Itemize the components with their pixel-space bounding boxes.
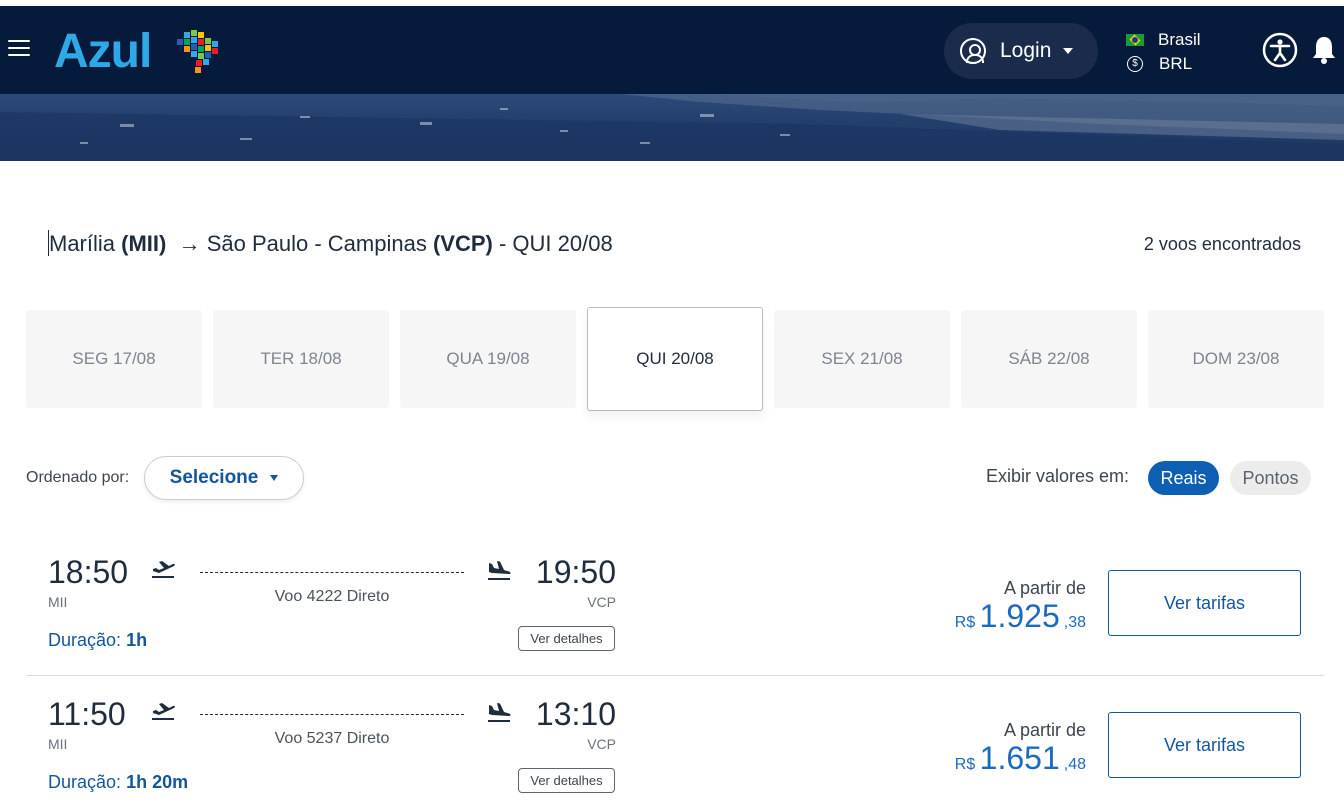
route-arrow: → [178,231,201,256]
flight-price: R$ 1.651,48 [955,740,1086,777]
pontos-toggle-button[interactable]: Pontos [1230,461,1311,495]
route-date: QUI 20/08 [512,231,613,256]
brazil-map-logo-icon [177,30,218,73]
date-tab-dom-23-08[interactable]: DOM 23/08 [1148,310,1324,408]
sort-selected-value: Selecione [169,467,259,488]
departure-time: 18:50 [48,554,129,590]
view-fares-button[interactable]: Ver tarifas [1108,570,1301,636]
price-from-label: A partir de [1003,578,1086,598]
chevron-down-icon [1063,48,1074,54]
region-selector[interactable]: Brasil $ BRL [1126,28,1201,76]
reais-toggle-button[interactable]: Reais [1148,461,1219,495]
airplane-landing-icon [488,561,511,580]
date-tab-sab-22-08[interactable]: SÁB 22/08 [961,310,1137,408]
departure-airport-code: MII [48,736,68,752]
price-currency: R$ [954,756,976,773]
price-cents: ,48 [1063,756,1086,773]
price-cents: ,38 [1063,614,1086,631]
date-tab-sex-21-08[interactable]: SEX 21/08 [774,310,950,408]
date-separator: - [498,231,507,256]
view-details-button[interactable]: Ver detalhes [518,626,615,651]
date-tab-seg-17-08[interactable]: SEG 17/08 [26,310,202,408]
hero-banner-image [0,94,1344,161]
departure-airport-code: MII [48,594,68,610]
sort-dropdown[interactable]: Selecione [144,456,304,500]
arrival-time: 13:10 [535,696,616,732]
duration-value: 1h 20m [126,772,189,792]
origin-city: Marília [49,231,116,256]
user-icon [960,38,986,64]
notification-bell-icon[interactable] [1310,34,1338,66]
date-tab-qui-20-08-selected[interactable]: QUI 20/08 [587,307,763,411]
flight-path-line [200,714,464,715]
chevron-down-icon [270,475,279,481]
duration-label: Duração: [48,772,122,792]
duration-value: 1h [126,630,148,650]
duration-label: Duração: [48,630,122,650]
brazil-flag-icon [1126,34,1144,46]
departure-time: 11:50 [48,696,126,732]
accessibility-icon[interactable] [1262,32,1298,68]
currency-icon: $ [1127,56,1143,72]
flights-found-count: 2 voos encontrados [1143,234,1301,254]
origin-code: (MII) [121,231,167,256]
row-divider [26,675,1324,676]
airplane-takeoff-icon [152,561,175,578]
hamburger-menu-icon[interactable] [8,40,30,58]
flight-price: R$ 1.925,38 [955,598,1086,635]
price-currency: R$ [954,614,976,631]
arrival-airport-code: VCP [587,736,616,752]
view-details-button[interactable]: Ver detalhes [518,768,615,793]
flight-row: 18:50 MII Voo 4222 Direto 19:50 VCP Dura… [26,540,1324,676]
site-header: Azul Login Brasil $ BRL [0,6,1344,94]
country-label: Brasil [1158,30,1201,49]
flight-path-line [200,572,464,573]
price-main: 1.651 [979,740,1060,776]
login-label: Login [1000,39,1052,62]
flight-number: Voo 4222 Direto [274,588,390,605]
flight-row: 11:50 MII Voo 5237 Direto 13:10 VCP Dura… [26,682,1324,808]
date-tab-qua-19-08[interactable]: QUA 19/08 [400,310,576,408]
destination-city: São Paulo - Campinas [206,231,427,256]
arrival-airport-code: VCP [587,594,616,610]
airplane-landing-icon [488,703,511,722]
route-summary: Marília (MII) → São Paulo - Campinas (VC… [48,230,613,257]
price-main: 1.925 [979,598,1060,634]
azul-logo-text[interactable]: Azul [54,24,152,79]
currency-label: BRL [1159,54,1193,73]
sort-label: Ordenado por: [26,469,130,486]
login-button[interactable]: Login [944,23,1098,79]
flight-duration: Duração: 1h [48,630,147,651]
airplane-takeoff-icon [152,703,175,720]
price-from-label: A partir de [1003,720,1086,740]
flight-number: Voo 5237 Direto [274,730,390,747]
arrival-time: 19:50 [535,554,616,590]
view-fares-button[interactable]: Ver tarifas [1108,712,1301,778]
display-values-label: Exibir valores em: [986,466,1130,486]
date-tab-ter-18-08[interactable]: TER 18/08 [213,310,389,408]
destination-code: (VCP) [432,231,493,256]
flight-duration: Duração: 1h 20m [48,772,188,793]
